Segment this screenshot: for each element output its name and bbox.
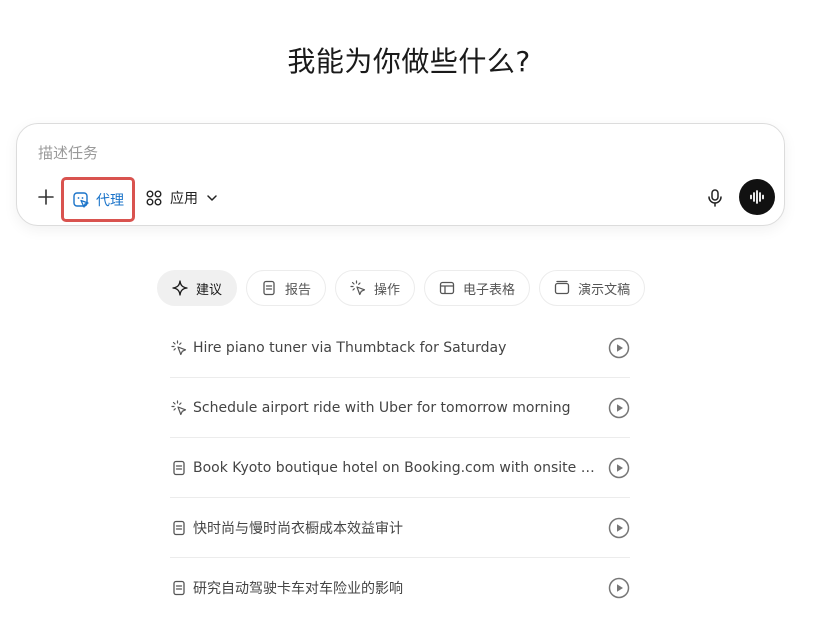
tab-label: 操作 xyxy=(374,282,401,298)
document-icon xyxy=(170,519,188,537)
page: 我能为你做些什么? 代理 xyxy=(0,0,818,627)
tab-suggestions[interactable]: 建议 xyxy=(157,270,238,306)
apps-grid-icon xyxy=(146,190,162,206)
plus-icon xyxy=(38,189,54,205)
document-icon xyxy=(170,459,188,477)
tab-spreadsheets[interactable]: 电子表格 xyxy=(424,270,531,306)
list-item-text: Hire piano tuner via Thumbtack for Satur… xyxy=(193,339,507,356)
play-icon[interactable] xyxy=(608,337,630,359)
chevron-down-icon xyxy=(207,195,217,201)
waveform-icon xyxy=(750,190,764,204)
page-title: 我能为你做些什么? xyxy=(287,45,531,78)
agent-label: 代理 xyxy=(96,192,124,209)
category-tabs: 建议 报告 操作 电子表格 演示文稿 xyxy=(157,270,646,306)
list-item[interactable]: Book Kyoto boutique hotel on Booking.com… xyxy=(170,438,630,498)
play-icon[interactable] xyxy=(608,397,630,419)
tab-actions[interactable]: 操作 xyxy=(335,270,416,306)
cursor-click-icon xyxy=(170,339,188,357)
suggestion-list: Hire piano tuner via Thumbtack for Satur… xyxy=(170,318,630,618)
apps-label: 应用 xyxy=(170,191,198,207)
list-item[interactable]: Schedule airport ride with Uber for tomo… xyxy=(170,378,630,438)
cursor-click-icon xyxy=(350,280,366,296)
task-composer: 代理 应用 xyxy=(16,123,785,226)
microphone-button[interactable] xyxy=(703,186,727,210)
voice-mode-button[interactable] xyxy=(739,179,775,215)
tab-reports[interactable]: 报告 xyxy=(246,270,327,306)
add-button[interactable] xyxy=(35,186,57,208)
document-icon xyxy=(170,579,188,597)
list-item-text: Schedule airport ride with Uber for tomo… xyxy=(193,399,571,416)
slides-icon xyxy=(554,280,570,295)
play-icon[interactable] xyxy=(608,457,630,479)
agent-icon xyxy=(72,191,90,209)
tab-label: 演示文稿 xyxy=(578,282,631,298)
microphone-icon xyxy=(708,189,722,207)
table-icon xyxy=(439,281,455,295)
task-input[interactable] xyxy=(38,141,638,165)
sparkle-icon xyxy=(172,280,188,296)
apps-button[interactable]: 应用 xyxy=(145,186,219,210)
list-item[interactable]: 快时尚与慢时尚衣橱成本效益审计 xyxy=(170,498,630,558)
agent-button[interactable]: 代理 xyxy=(61,177,135,222)
list-item[interactable]: Hire piano tuner via Thumbtack for Satur… xyxy=(170,318,630,378)
list-item-text: 研究自动驾驶卡车对车险业的影响 xyxy=(193,581,403,597)
play-icon[interactable] xyxy=(608,517,630,539)
document-icon xyxy=(263,280,275,296)
list-item-text: 快时尚与慢时尚衣橱成本效益审计 xyxy=(193,520,403,537)
cursor-click-icon xyxy=(170,399,188,417)
tab-label: 建议 xyxy=(196,282,223,298)
list-item-text: Book Kyoto boutique hotel on Booking.com… xyxy=(193,459,598,476)
tab-label: 报告 xyxy=(285,282,312,298)
list-item[interactable]: 研究自动驾驶卡车对车险业的影响 xyxy=(170,558,630,618)
tab-presentations[interactable]: 演示文稿 xyxy=(539,270,646,306)
tab-label: 电子表格 xyxy=(463,282,516,298)
play-icon[interactable] xyxy=(608,577,630,599)
